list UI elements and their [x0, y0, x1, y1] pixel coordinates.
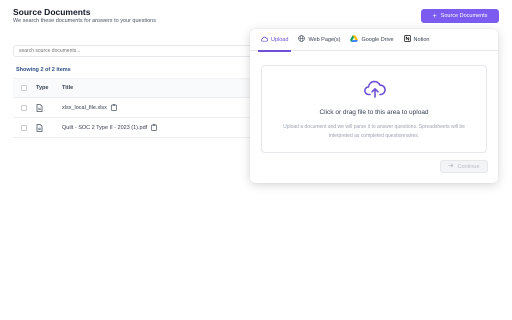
- column-header-type: Type: [36, 85, 49, 91]
- tab-web-pages-label: Web Page(s): [308, 36, 341, 43]
- document-title[interactable]: Quilt - SOC 2 Type II - 2023 (1).pdf: [62, 125, 147, 131]
- add-source-documents-button[interactable]: + Source Documents: [421, 9, 499, 23]
- page-subtitle: We search these documents for answers to…: [13, 18, 156, 24]
- globe-icon: [298, 35, 306, 44]
- table-row[interactable]: xlsx_local_file.xlsx: [13, 98, 258, 118]
- clipboard-icon[interactable]: [111, 104, 117, 111]
- row-checkbox[interactable]: [21, 104, 27, 111]
- documents-table: Type Title xlsx_local_file.xlsx Quilt - …: [13, 78, 258, 138]
- tab-google-drive[interactable]: Google Drive: [345, 29, 398, 51]
- tab-web-pages[interactable]: Web Page(s): [293, 29, 345, 51]
- table-header: Type Title: [13, 78, 258, 98]
- upload-panel: Upload Web Page(s) Google Drive Notion C…: [250, 29, 498, 183]
- continue-button[interactable]: Continue: [440, 160, 488, 173]
- notion-icon: [403, 35, 411, 44]
- items-count: Showing 2 of 2 items: [16, 67, 71, 73]
- tab-notion-label: Notion: [413, 36, 430, 43]
- tab-google-drive-label: Google Drive: [361, 36, 394, 43]
- document-icon: [36, 123, 43, 132]
- document-icon: [36, 103, 43, 112]
- tab-upload[interactable]: Upload: [256, 29, 293, 52]
- tab-upload-label: Upload: [271, 36, 289, 43]
- google-drive-icon: [350, 35, 359, 44]
- add-button-label: Source Documents: [440, 13, 488, 19]
- document-title[interactable]: xlsx_local_file.xlsx: [62, 105, 107, 111]
- cloud-icon: [261, 36, 269, 44]
- arrow-right-icon: [448, 163, 454, 170]
- dropzone-hint-text: Upload a document and we will parse it t…: [283, 124, 465, 139]
- search-input[interactable]: [13, 45, 263, 57]
- table-row[interactable]: Quilt - SOC 2 Type II - 2023 (1).pdf: [13, 118, 258, 138]
- plus-icon: +: [432, 12, 437, 20]
- upload-tabs: Upload Web Page(s) Google Drive Notion: [250, 29, 498, 52]
- continue-label: Continue: [457, 163, 480, 170]
- column-header-title: Title: [62, 85, 74, 91]
- select-all-checkbox[interactable]: [21, 85, 27, 91]
- cloud-upload-icon: [364, 80, 386, 103]
- tab-notion[interactable]: Notion: [399, 29, 435, 51]
- page-title: Source Documents: [13, 7, 91, 17]
- clipboard-icon[interactable]: [151, 124, 158, 131]
- upload-dropzone[interactable]: Click or drag file to this area to uploa…: [261, 65, 487, 153]
- dropzone-main-text: Click or drag file to this area to uploa…: [319, 109, 429, 116]
- row-checkbox[interactable]: [21, 124, 27, 131]
